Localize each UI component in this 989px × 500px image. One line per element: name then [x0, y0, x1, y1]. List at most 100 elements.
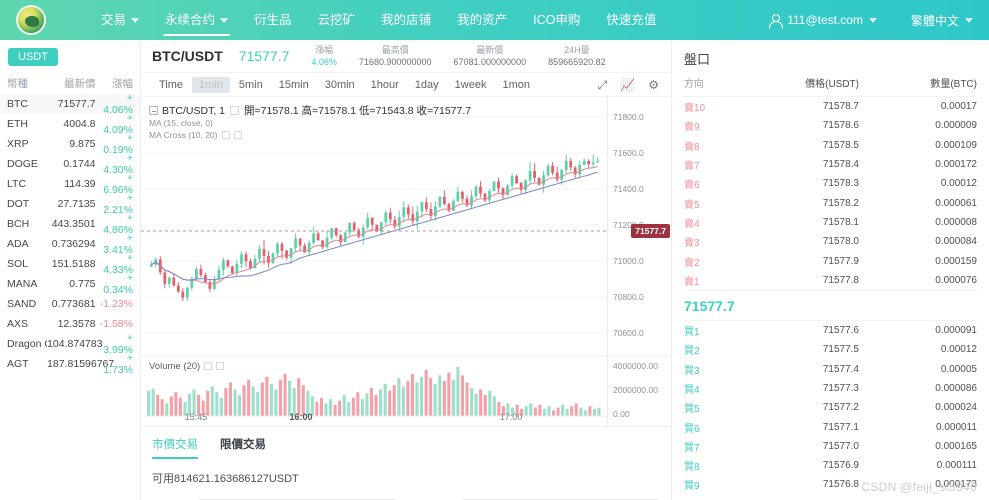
- coin-row[interactable]: DOGE 0.1744 + 4.30%: [0, 152, 140, 176]
- coin-row[interactable]: BTC 71577.7 + 4.06%: [0, 92, 140, 116]
- timeframe-30min[interactable]: 30min: [318, 77, 362, 93]
- nav-item-1[interactable]: 永续合约: [152, 0, 241, 40]
- coin-row[interactable]: XRP 9.875 + 0.19%: [0, 132, 140, 156]
- ticker-bar: BTC/USDT 71577.7 漲幅 4.06% 最高價 71680.9000000…: [141, 40, 671, 73]
- fullscreen-icon[interactable]: ⤢: [598, 79, 608, 91]
- nav-item-label: 快速充值: [606, 13, 657, 27]
- coin-symbol: XRP: [7, 138, 29, 150]
- nav-item-4[interactable]: 我的店铺: [368, 0, 444, 40]
- coin-row[interactable]: ADA 0.736294 + 3.41%: [0, 232, 140, 256]
- coin-symbol: ADA: [7, 238, 29, 250]
- user-email: 111@test.com: [787, 13, 863, 27]
- order-book-row[interactable]: 賣7 71578.4 0.000172: [684, 155, 977, 174]
- order-price: 71577.3: [822, 383, 859, 394]
- timeframe-15min[interactable]: 15min: [272, 77, 316, 93]
- gear-icon[interactable]: ⚙: [648, 79, 659, 91]
- user-account-menu[interactable]: 111@test.com: [768, 13, 877, 29]
- order-book-row[interactable]: 賣9 71578.6 0.000009: [684, 116, 977, 135]
- coin-symbol: BCH: [7, 218, 30, 230]
- timeframe-1mon[interactable]: 1mon: [495, 77, 537, 93]
- volume-tick: 4000000.00: [613, 361, 658, 371]
- order-book-row[interactable]: 賣6 71578.3 0.00012: [684, 174, 977, 193]
- stat-value: 859665920.82: [548, 57, 606, 67]
- order-direction: 買9: [684, 481, 700, 493]
- ticker-stat: 最高價 71680.900000000: [359, 44, 432, 68]
- coin-change: + 0.34%: [103, 272, 133, 296]
- order-quantity: 0.00012: [940, 344, 977, 356]
- nav-item-3[interactable]: 云挖矿: [305, 0, 369, 40]
- quote-tab-usdt[interactable]: USDT: [8, 48, 58, 66]
- order-direction: 買2: [684, 346, 700, 358]
- order-book-row[interactable]: 買5 71577.2 0.000024: [684, 398, 977, 417]
- order-quantity: 0.000024: [935, 402, 977, 414]
- header-price: 最新價: [64, 77, 96, 90]
- order-book-row[interactable]: 買1 71577.6 0.000091: [684, 321, 977, 340]
- order-quantity: 0.000086: [935, 383, 977, 394]
- price-chart[interactable]: BTC/USDT, 1 開=71578.1 高=71578.1 低=71543.8…: [141, 97, 671, 356]
- coin-row[interactable]: SAND 0.773681 -1.23%: [0, 294, 140, 314]
- timeframe-1week[interactable]: 1week: [448, 77, 494, 93]
- order-book-row[interactable]: 賣8 71578.5 0.000109: [684, 136, 977, 155]
- timeframe-5min[interactable]: 5min: [232, 77, 270, 93]
- coin-price: 0.775: [69, 278, 96, 290]
- timeframe-Time[interactable]: Time: [152, 77, 190, 93]
- nav-item-2[interactable]: 衍生品: [241, 0, 305, 40]
- order-book-row[interactable]: 買2 71577.5 0.00012: [684, 340, 977, 359]
- order-book-row[interactable]: 買7 71577.0 0.000165: [684, 437, 977, 456]
- coin-row[interactable]: AXS 12.3578 -1.58%: [0, 314, 140, 334]
- coin-row[interactable]: ETH 4004.8 + 4.09%: [0, 112, 140, 136]
- coin-row[interactable]: SOL 151.5188 + 4.33%: [0, 252, 140, 276]
- nav-item-7[interactable]: 快速充值: [593, 0, 669, 40]
- coin-row[interactable]: AGT 187.81596767 + 1.73%: [0, 352, 140, 376]
- coin-price: 27.7135: [57, 198, 96, 210]
- nav-item-6[interactable]: ICO申购: [520, 0, 593, 40]
- order-book-row[interactable]: 賣2 71577.9 0.000159: [684, 251, 977, 270]
- order-book-row[interactable]: 買6 71577.1 0.000011: [684, 417, 977, 436]
- order-direction: 賣3: [684, 238, 700, 250]
- available-balance: 可用814621.163686127USDT: [152, 473, 299, 485]
- coin-row[interactable]: Dragon Coin104.874783+ 3.99%: [0, 332, 140, 356]
- coin-row[interactable]: DOT 27.7135 + 2.21%: [0, 192, 140, 216]
- order-book-row[interactable]: 買1071576.70.000181: [684, 495, 977, 500]
- order-quantity: 0.000076: [935, 274, 977, 286]
- order-book-row[interactable]: 賣3 71578.0 0.000084: [684, 232, 977, 251]
- price-tick: 71400.0: [613, 184, 644, 194]
- coin-change: + 1.73%: [103, 352, 133, 376]
- ticker-stat: 漲幅 4.06%: [311, 44, 337, 68]
- volume-chart[interactable]: Volume (20) 4000000.00 2000000.00 0.00 15:…: [141, 356, 671, 426]
- sell-orders: 賣10 71578.7 0.00017 賣9 71578.6 0.000009 賣8 7157…: [684, 97, 977, 290]
- trade-tab-0[interactable]: 市價交易: [152, 436, 198, 459]
- coin-list: BTC 71577.7 + 4.06% ETH 4004.8 + 4.09% XRP 9.87…: [0, 92, 140, 376]
- timeframe-1hour[interactable]: 1hour: [364, 77, 406, 93]
- coin-row[interactable]: BCH 443.3501 + 4.86%: [0, 212, 140, 236]
- price-tick: 71000.0: [613, 256, 644, 266]
- language-selector[interactable]: 繁體中文: [911, 12, 973, 29]
- order-book-row[interactable]: 賣4 71578.1 0.000008: [684, 213, 977, 232]
- site-logo-icon: [16, 5, 46, 35]
- indicator-icon[interactable]: 📈: [620, 79, 635, 91]
- chevron-down-icon: [131, 17, 140, 23]
- order-book-row[interactable]: 賣10 71578.7 0.00017: [684, 97, 977, 116]
- chart-and-trade-panel: BTC/USDT 71577.7 漲幅 4.06% 最高價 71680.9000000…: [141, 40, 672, 500]
- order-book-row[interactable]: 買3 71577.4 0.00005: [684, 360, 977, 379]
- nav-item-5[interactable]: 我的资产: [444, 0, 520, 40]
- timeframe-1min[interactable]: 1min: [192, 76, 230, 93]
- nav-right-area: 111@test.com 繁體中文: [768, 12, 989, 29]
- order-quantity: 0.000159: [935, 255, 977, 267]
- trade-tab-1[interactable]: 限價交易: [220, 436, 266, 459]
- coin-symbol: SAND: [7, 298, 37, 310]
- coin-price: 0.1744: [63, 158, 96, 170]
- order-book-row[interactable]: 買8 71576.9 0.000111: [684, 456, 977, 475]
- nav-item-label: 我的店铺: [381, 13, 432, 27]
- order-book-row[interactable]: 買4 71577.3 0.000086: [684, 379, 977, 398]
- order-book-row[interactable]: 賣1 71577.8 0.000076: [684, 271, 977, 290]
- order-quantity: 0.000084: [935, 236, 977, 248]
- nav-item-0[interactable]: 交易: [88, 0, 152, 40]
- order-book-row[interactable]: 賣5 71578.2 0.000061: [684, 193, 977, 212]
- coin-row[interactable]: LTC 114.39 + 6.96%: [0, 172, 140, 196]
- coin-row[interactable]: MANA 0.775 + 0.34%: [0, 272, 140, 296]
- timeframe-1day[interactable]: 1day: [408, 77, 446, 93]
- price-tick: 71800.0: [613, 112, 644, 122]
- order-direction: 賣7: [684, 161, 700, 173]
- price-tick: 71600.0: [613, 148, 644, 158]
